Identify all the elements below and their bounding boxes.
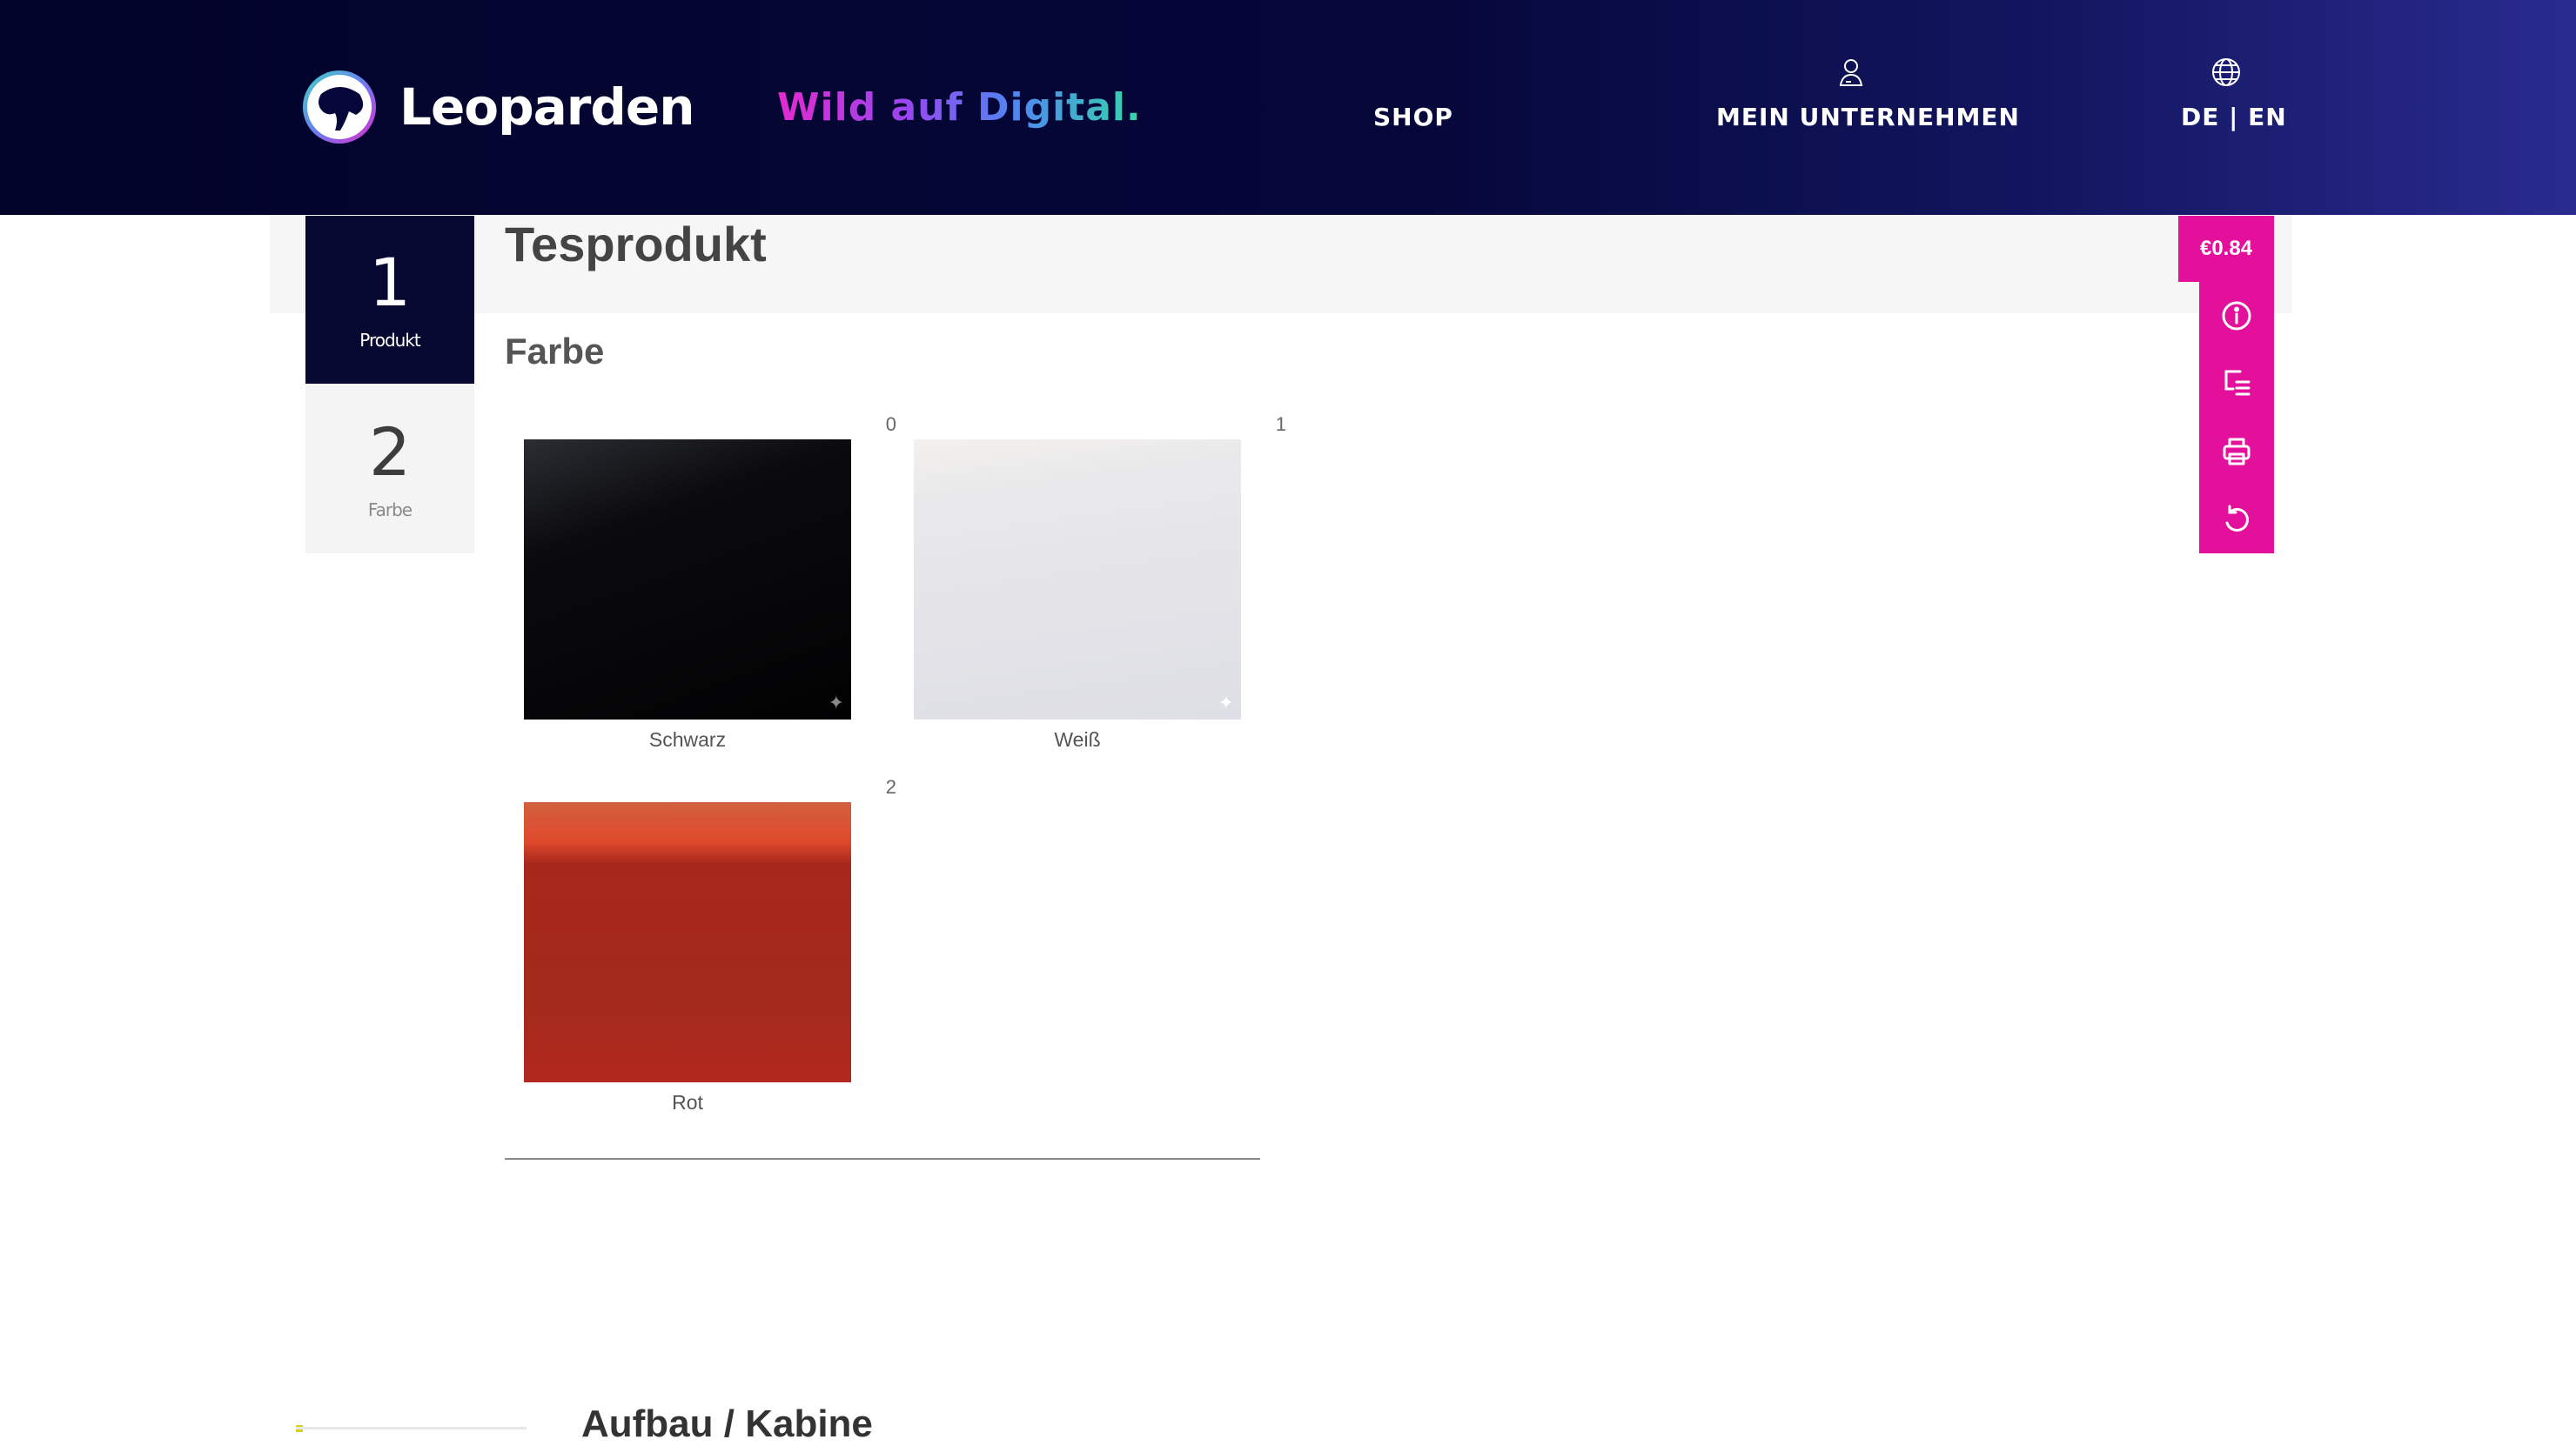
tagline: Wild auf Digital. bbox=[777, 85, 1142, 130]
step-number: 1 bbox=[368, 243, 412, 321]
section-divider bbox=[505, 1158, 1260, 1160]
logo[interactable]: Leoparden bbox=[300, 68, 695, 146]
language-switch[interactable]: DE | EN bbox=[2181, 103, 2287, 131]
decoration-line bbox=[296, 1427, 527, 1429]
globe-icon bbox=[2212, 58, 2240, 86]
info-button[interactable] bbox=[2199, 282, 2274, 350]
step-label: Produkt bbox=[359, 329, 421, 351]
color-option-weiss[interactable]: 1 ✦ Weiß bbox=[895, 413, 1286, 770]
reset-icon bbox=[2225, 505, 2249, 532]
step-produkt[interactable]: 1 Produkt bbox=[305, 216, 474, 384]
section-title: Farbe bbox=[505, 331, 605, 372]
color-image[interactable]: ✦ bbox=[914, 439, 1241, 720]
reset-button[interactable] bbox=[2199, 485, 2274, 553]
print-button[interactable] bbox=[2199, 418, 2274, 485]
price-display: €0.84 bbox=[2178, 216, 2274, 282]
color-image[interactable]: ✦ bbox=[524, 439, 851, 720]
user-icon bbox=[1839, 59, 1863, 86]
sparkle-icon: ✦ bbox=[1218, 692, 1234, 713]
option-index: 2 bbox=[885, 776, 896, 798]
summary-button[interactable] bbox=[2199, 350, 2274, 418]
option-index: 1 bbox=[1275, 413, 1286, 435]
step-number: 2 bbox=[368, 412, 412, 491]
print-icon bbox=[2223, 438, 2251, 465]
info-icon bbox=[2222, 301, 2251, 331]
nav-shop[interactable]: SHOP bbox=[1373, 103, 1453, 131]
color-option-schwarz[interactable]: 0 ✦ Schwarz bbox=[505, 413, 896, 770]
color-name: Weiß bbox=[1054, 728, 1101, 751]
logo-text: Leoparden bbox=[399, 77, 695, 137]
leopard-logo-icon bbox=[303, 70, 376, 144]
color-name: Schwarz bbox=[648, 728, 727, 751]
next-section-heading: Aufbau / Kabine bbox=[581, 1402, 873, 1445]
color-name: Rot bbox=[672, 1091, 703, 1114]
step-farbe[interactable]: 2 Farbe bbox=[305, 385, 474, 553]
step-label: Farbe bbox=[367, 499, 413, 520]
sparkle-icon: ✦ bbox=[828, 692, 844, 713]
nav-my-company[interactable]: MEIN UNTERNEHMEN bbox=[1716, 103, 2020, 131]
color-option-rot[interactable]: 2 Rot bbox=[505, 776, 896, 1133]
site-header: Leoparden Wild auf Digital. SHOP MEIN UN… bbox=[0, 0, 2576, 215]
summary-list-icon bbox=[2224, 370, 2251, 396]
color-image[interactable] bbox=[524, 802, 851, 1082]
product-title: Tesprodukt bbox=[505, 217, 767, 271]
side-toolbar bbox=[2199, 282, 2274, 553]
